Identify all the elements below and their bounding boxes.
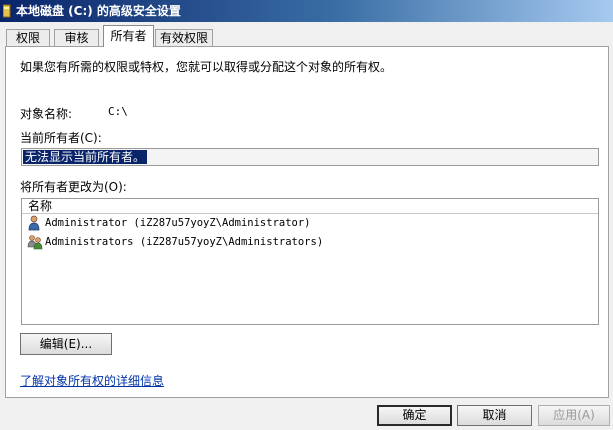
- folder-icon: [3, 4, 11, 18]
- user-icon: [28, 215, 40, 231]
- group-icon: [27, 235, 43, 250]
- window-titlebar[interactable]: 本地磁盘 (C:) 的高级安全设置: [0, 0, 613, 22]
- apply-button[interactable]: 应用(A): [538, 405, 610, 426]
- window-title: 本地磁盘 (C:) 的高级安全设置: [16, 4, 181, 18]
- tab-owner[interactable]: 所有者: [103, 25, 154, 47]
- tab-strip: 权限 审核 所有者 有效权限: [0, 25, 613, 47]
- list-item-label: Administrator (iZ287u57yoyZ\Administrato…: [45, 217, 311, 229]
- intro-text: 如果您有所需的权限或特权，您就可以取得或分配这个对象的所有权。: [20, 60, 393, 74]
- object-name-value: C:\: [108, 105, 128, 118]
- learn-ownership-link[interactable]: 了解对象所有权的详细信息: [20, 372, 164, 389]
- list-header-name[interactable]: 名称: [22, 199, 598, 214]
- tab-auditing[interactable]: 审核: [54, 29, 99, 46]
- tab-effective-permissions[interactable]: 有效权限: [155, 29, 213, 46]
- cancel-button[interactable]: 取消: [457, 405, 532, 426]
- current-owner-value: 无法显示当前所有者。: [23, 150, 148, 164]
- object-name-label: 对象名称:: [20, 107, 73, 121]
- list-item[interactable]: Administrator (iZ287u57yoyZ\Administrato…: [22, 214, 598, 233]
- tab-permissions[interactable]: 权限: [6, 29, 50, 46]
- list-item-label: Administrators (iZ287u57yoyZ\Administrat…: [45, 236, 324, 248]
- owner-tab-panel: 如果您有所需的权限或特权，您就可以取得或分配这个对象的所有权。 对象名称: C:…: [5, 46, 609, 398]
- edit-button[interactable]: 编辑(E)...: [20, 333, 112, 355]
- current-owner-field[interactable]: 无法显示当前所有者。: [21, 148, 599, 166]
- owner-list[interactable]: 名称 Administrator (iZ287u57yoyZ\Administr…: [21, 198, 599, 325]
- change-owner-label: 将所有者更改为(O):: [20, 180, 127, 194]
- ok-button[interactable]: 确定: [377, 405, 452, 426]
- current-owner-label: 当前所有者(C):: [20, 131, 102, 145]
- list-item[interactable]: Administrators (iZ287u57yoyZ\Administrat…: [22, 233, 598, 252]
